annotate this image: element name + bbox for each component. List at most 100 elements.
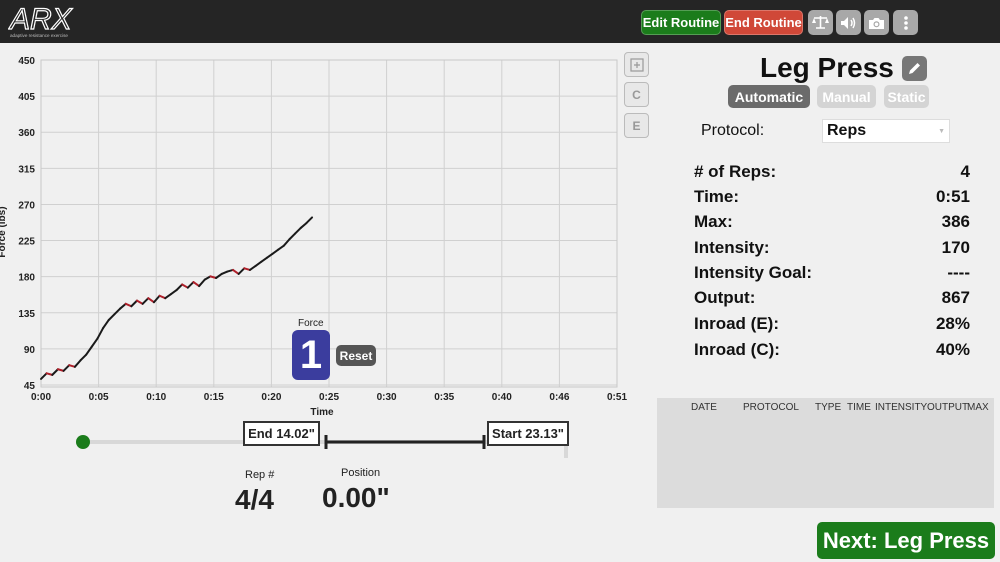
scale-button[interactable] xyxy=(808,10,833,35)
y-tick-label: 450 xyxy=(18,56,35,67)
protocol-label: Protocol: xyxy=(701,122,765,139)
metric-value: 386 xyxy=(941,212,970,231)
mode-static-button[interactable]: Static xyxy=(884,85,929,108)
force-line-segment xyxy=(90,337,99,348)
x-tick-label: 0:40 xyxy=(492,392,512,403)
force-line-segment xyxy=(40,372,48,380)
force-line-segment xyxy=(119,302,127,310)
force-line-segment xyxy=(215,272,223,279)
reset-button[interactable]: Reset xyxy=(336,345,376,366)
rep-label: Rep # xyxy=(245,469,275,481)
force-line-segment xyxy=(237,267,246,275)
y-axis-ticks: 45 90 135 180 225 270 315 360 405 450 xyxy=(18,56,35,392)
metric-time: Time: 0:51 xyxy=(694,187,970,211)
force-line-segment xyxy=(107,313,116,321)
edit-routine-button[interactable]: Edit Routine xyxy=(641,10,721,35)
svg-text:adaptive resistance exercise: adaptive resistance exercise xyxy=(10,33,68,38)
metric-label: Max: xyxy=(694,212,733,231)
force-line-segment xyxy=(232,268,240,275)
history-header-time: TIME xyxy=(847,402,871,413)
concentric-toggle-button[interactable]: C xyxy=(624,82,649,107)
more-vertical-icon xyxy=(903,15,908,30)
mode-manual-button[interactable]: Manual xyxy=(817,85,876,108)
y-tick-label: 360 xyxy=(18,128,35,139)
force-value: 1 xyxy=(292,330,330,380)
metric-label: Output: xyxy=(694,288,756,307)
edit-exercise-button[interactable] xyxy=(902,56,927,81)
y-tick-label: 225 xyxy=(18,237,35,248)
force-line-segment xyxy=(277,244,285,251)
volume-icon xyxy=(840,16,855,29)
metric-label: Intensity Goal: xyxy=(694,263,813,282)
force-line-segment xyxy=(62,364,71,372)
x-tick-label: 0:20 xyxy=(261,392,281,403)
force-line-segment xyxy=(175,283,184,292)
eccentric-toggle-button[interactable]: E xyxy=(624,113,649,138)
force-line-segment xyxy=(130,299,138,308)
metric-label: Inroad (C): xyxy=(694,340,780,359)
force-line-segment xyxy=(186,281,195,289)
x-tick-label: 0:10 xyxy=(146,392,166,403)
y-tick-label: 45 xyxy=(24,381,36,392)
zoom-button[interactable] xyxy=(624,52,649,77)
force-line-segment xyxy=(305,216,314,225)
camera-icon xyxy=(869,17,884,29)
history-header-intensity: INTENSITY xyxy=(875,402,928,413)
force-line-segment xyxy=(254,260,263,267)
end-position-box: End 14.02" xyxy=(243,421,320,446)
metric-label: Time: xyxy=(694,187,740,206)
y-tick-label: 405 xyxy=(18,92,35,103)
metric-value: 0:51 xyxy=(935,187,970,206)
metric-output: Output: 867 xyxy=(694,288,970,312)
pencil-icon xyxy=(909,63,920,74)
camera-button[interactable] xyxy=(864,10,889,35)
history-table: DATE PROTOCOL TYPE TIME INTENSITY OUTPUT… xyxy=(657,398,994,508)
force-line-segment xyxy=(79,353,88,362)
metric-value: 867 xyxy=(941,288,970,307)
more-menu-button[interactable] xyxy=(893,10,918,35)
x-tick-label: 0:25 xyxy=(319,392,339,403)
mode-automatic-button[interactable]: Automatic xyxy=(728,85,810,108)
x-axis-label: Time xyxy=(310,407,334,418)
rep-value: 4/4 xyxy=(235,484,274,515)
x-tick-label: 0:00 xyxy=(31,392,51,403)
force-line-segment xyxy=(85,345,93,356)
force-line-segment xyxy=(102,318,110,330)
exercise-title: Leg Press xyxy=(760,52,894,83)
y-axis-label: Force (lbs) xyxy=(0,206,8,257)
force-line-segment xyxy=(260,256,268,263)
metric-label: Intensity: xyxy=(694,238,770,257)
protocol-value: Reps xyxy=(827,122,867,139)
force-line-segment xyxy=(294,226,302,235)
force-line-segment xyxy=(271,248,280,255)
force-label: Force xyxy=(298,318,324,329)
metric-reps: # of Reps: 4 xyxy=(694,162,970,186)
x-tick-label: 0:05 xyxy=(89,392,109,403)
y-tick-label: 270 xyxy=(18,200,35,211)
start-position-box: Start 23.13" xyxy=(487,421,569,446)
metric-label: # of Reps: xyxy=(694,162,777,181)
next-exercise-button[interactable]: Next: Leg Press xyxy=(817,522,995,559)
position-value: 0.00" xyxy=(322,482,390,513)
protocol-select[interactable]: Reps ▼ xyxy=(822,119,950,143)
metric-inroad-c: Inroad (C): 40% xyxy=(694,340,970,364)
y-tick-label: 315 xyxy=(18,164,35,175)
metric-inroad-e: Inroad (E): 28% xyxy=(694,314,970,338)
end-routine-button[interactable]: End Routine xyxy=(724,10,803,35)
metric-value: ---- xyxy=(947,263,970,282)
force-line-segment xyxy=(51,368,59,376)
metric-intensity: Intensity: 170 xyxy=(694,238,970,262)
force-line-segment xyxy=(152,294,161,304)
x-tick-label: 0:30 xyxy=(377,392,397,403)
scale-icon xyxy=(812,16,829,29)
history-header-protocol: PROTOCOL xyxy=(743,402,799,413)
force-line-segment xyxy=(288,232,297,241)
volume-button[interactable] xyxy=(836,10,861,35)
metric-label: Inroad (E): xyxy=(694,314,779,333)
svg-text:ARX: ARX xyxy=(8,3,73,36)
y-tick-label: 90 xyxy=(24,345,36,356)
metric-intensity-goal: Intensity Goal: ---- xyxy=(694,263,970,287)
force-line-segment xyxy=(192,281,201,288)
y-tick-label: 135 xyxy=(18,309,35,320)
position-indicator[interactable] xyxy=(76,435,90,449)
